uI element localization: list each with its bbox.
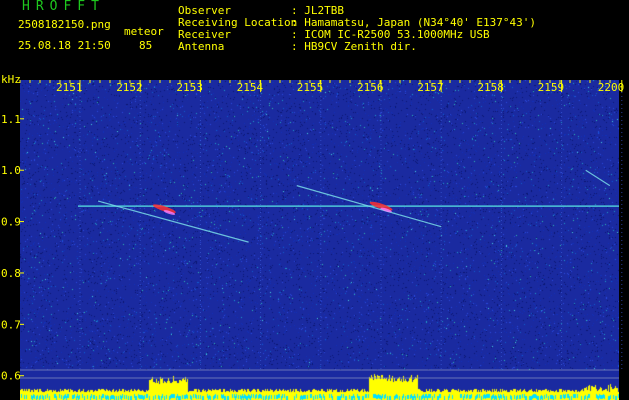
y-tick-label: 1.1 (1, 113, 21, 126)
x-tick-label: 2200 (598, 81, 625, 94)
y-tick-label: 0.8 (1, 267, 21, 280)
y-tick-label: 1.0 (1, 164, 21, 177)
echo-trail (97, 200, 249, 243)
spectrogram-axes: 1.11.00.90.80.70.62151 2152 2153 2154 2155 21… (1, 80, 625, 383)
echo-trail (585, 169, 611, 187)
y-tick-label: 0.9 (1, 216, 21, 229)
y-tick-label: 0.6 (1, 370, 21, 383)
y-tick-label: 0.7 (1, 318, 21, 331)
